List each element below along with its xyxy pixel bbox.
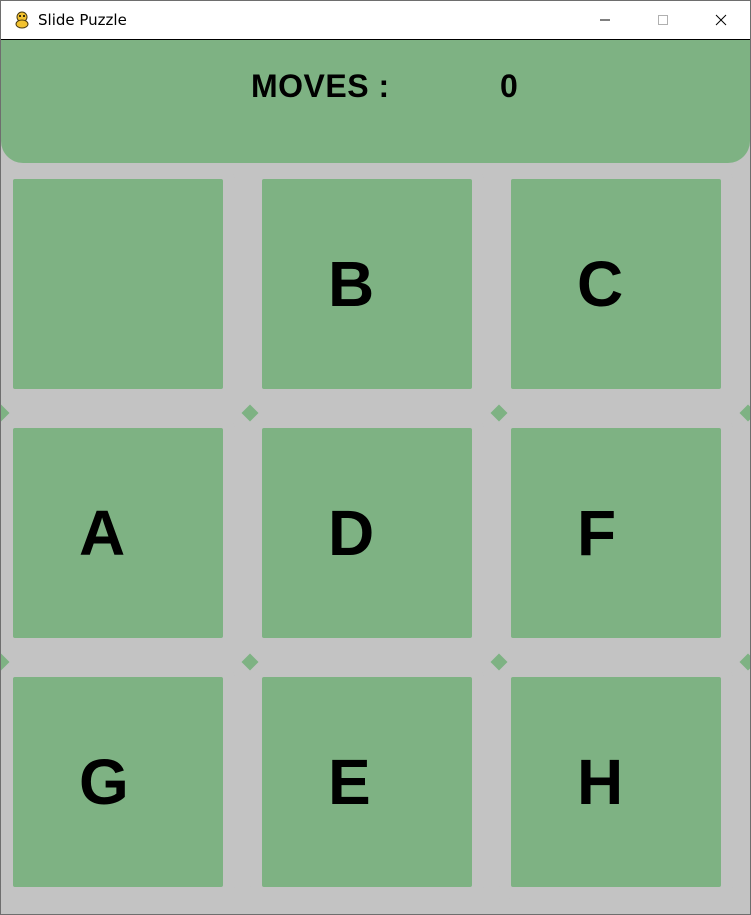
tile-letter: C xyxy=(577,248,624,320)
maximize-icon xyxy=(658,15,668,25)
puzzle-tile[interactable]: G xyxy=(1,665,235,899)
moves-panel: MOVES : 0 xyxy=(1,39,750,163)
tile-letter: A xyxy=(79,497,126,569)
game-area: MOVES : 0 B C A D F G E H xyxy=(1,39,750,914)
app-window: Slide Puzzle MOVES : 0 B C A D F G E H xyxy=(0,0,751,915)
puzzle-tile[interactable]: H xyxy=(499,665,733,899)
grid-joint-marker xyxy=(739,404,750,422)
close-button[interactable] xyxy=(692,1,750,39)
maximize-button[interactable] xyxy=(634,1,692,39)
moves-counter: 0 xyxy=(500,68,518,104)
moves-label: MOVES : xyxy=(251,68,390,104)
empty-tile[interactable] xyxy=(1,167,235,401)
close-icon xyxy=(715,14,727,26)
puzzle-tile[interactable]: A xyxy=(1,416,235,650)
tile-letter: B xyxy=(328,248,375,320)
window-controls xyxy=(576,1,750,39)
puzzle-tile[interactable]: F xyxy=(499,416,733,650)
puzzle-tile[interactable]: E xyxy=(250,665,484,899)
puzzle-tile[interactable]: C xyxy=(499,167,733,401)
tile-letter: F xyxy=(577,497,617,569)
window-title: Slide Puzzle xyxy=(38,11,127,29)
grid-joint-marker xyxy=(739,653,750,671)
puzzle-tile[interactable]: D xyxy=(250,416,484,650)
puzzle-tile[interactable]: B xyxy=(250,167,484,401)
minimize-icon xyxy=(600,19,610,21)
python-snake-icon xyxy=(15,11,29,29)
tile-letter: D xyxy=(328,497,375,569)
title-bar[interactable]: Slide Puzzle xyxy=(1,1,750,39)
tile-letter: G xyxy=(79,746,129,818)
tile-letter: E xyxy=(328,746,371,818)
minimize-button[interactable] xyxy=(576,1,634,39)
tile-letter: H xyxy=(577,746,624,818)
